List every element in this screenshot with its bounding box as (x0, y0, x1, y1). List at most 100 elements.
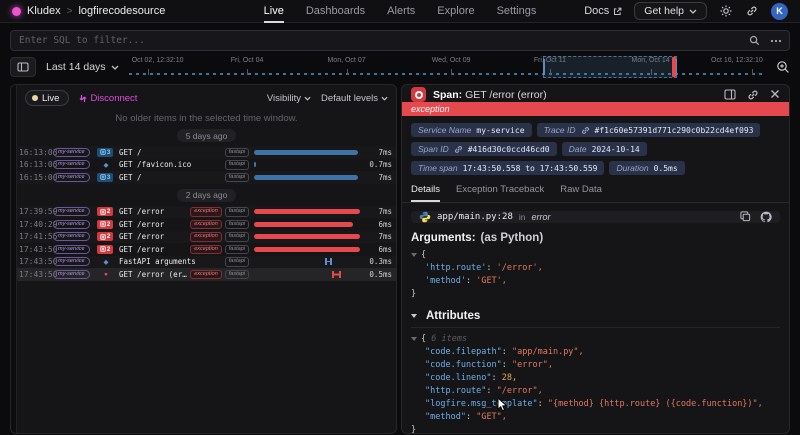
breadcrumb-project[interactable]: logfirecodesource (78, 5, 165, 17)
mouse-cursor (497, 397, 509, 413)
scrollbar-gutter[interactable] (11, 85, 17, 433)
nav-tab-dashboards[interactable]: Dashboards (306, 0, 365, 23)
panel-toggle-icon (17, 62, 29, 72)
trace-row[interactable]: 17:39:59 my-service 2 GET /error excepti… (17, 206, 396, 219)
user-avatar[interactable]: K (771, 3, 788, 20)
live-status-pill[interactable]: Live (25, 90, 69, 106)
timeline-tick (752, 69, 753, 75)
expand-icon (100, 174, 106, 180)
service-badge: my-service (53, 257, 90, 266)
row-timestamp: 17:40:29 (19, 220, 53, 229)
children-count-badge[interactable]: 3 (97, 173, 113, 182)
logfire-logo-icon[interactable] (12, 7, 21, 16)
copy-icon[interactable] (740, 211, 751, 222)
tag-fastapi: fastapi (225, 270, 249, 280)
sql-filter-input[interactable] (10, 30, 790, 51)
link-icon (454, 145, 463, 154)
duration-bar-zone (254, 257, 362, 267)
time-range-select[interactable]: Last 14 days (46, 61, 119, 73)
trace-row[interactable]: 17:43:50 my-service 2 GET /error excepti… (17, 243, 396, 256)
default-levels-dropdown[interactable]: Default levels (321, 93, 388, 104)
duration-bar (254, 209, 360, 214)
trace-row[interactable]: 16:13:03 my-service 3 GET / fastapi 7ms (17, 146, 396, 159)
breadcrumb-org[interactable]: Kludex (27, 5, 61, 17)
timeline[interactable]: Oct 02, 12:32:10 Fri, Oct 04 Mon, Oct 07… (129, 56, 766, 78)
children-count-badge[interactable]: 2 (97, 245, 113, 254)
attributes-heading[interactable]: Attributes (411, 310, 780, 328)
meta-time-span: Time span17:43:50.558 to 17:43:50.559 (411, 161, 604, 175)
copy-link-icon[interactable] (747, 89, 759, 101)
duration-label: 7ms (362, 207, 392, 216)
timeline-tick (247, 69, 248, 75)
share-link-button[interactable] (745, 4, 759, 18)
duration-label: 0.3ms (362, 257, 392, 266)
search-icon[interactable] (749, 35, 760, 46)
duration-bar-zone (254, 219, 362, 229)
meta-service-name: Service Namemy-service (411, 123, 532, 137)
main-nav: Live Dashboards Alerts Explore Settings (264, 0, 537, 23)
nav-tab-live[interactable]: Live (264, 0, 284, 23)
link-icon (746, 5, 758, 17)
python-icon (419, 211, 431, 223)
meta-span-id[interactable]: Span ID#416d30c0ccd46cd0 (411, 142, 557, 156)
trace-row[interactable]: 17:41:55 my-service 2 GET /error excepti… (17, 231, 396, 244)
top-bar-actions: Docs Get help K (536, 2, 788, 20)
meta-trace-id[interactable]: Trace ID#f1c60e57391d771c290c0b22cd4ef09… (537, 123, 761, 137)
span-title: GET /error (115, 245, 187, 254)
trace-list-panel: Live Disconnect Visibility Default level… (10, 84, 397, 434)
theme-toggle-button[interactable] (719, 4, 733, 18)
trace-row[interactable]: 17:40:29 my-service 2 GET /error excepti… (17, 218, 396, 231)
timeline-zoom-button[interactable] (776, 60, 790, 74)
duration-bar-zone (254, 207, 362, 217)
app-window: Kludex > logfirecodesource Live Dashboar… (0, 0, 800, 435)
trace-row-selected[interactable]: 17:43:50 my-service ● GET /error (error)… (17, 268, 396, 281)
breadcrumb: Kludex > logfirecodesource (12, 5, 264, 17)
trace-row[interactable]: 17:43:50 my-service ◆ FastAPI arguments … (17, 256, 396, 269)
disconnect-button[interactable]: Disconnect (79, 93, 137, 104)
nav-tab-explore[interactable]: Explore (437, 0, 474, 23)
span-title: GET / (115, 148, 222, 157)
children-count-badge[interactable]: 3 (97, 148, 113, 157)
nav-tab-alerts[interactable]: Alerts (387, 0, 415, 23)
open-panel-icon[interactable] (724, 89, 736, 100)
collapse-caret-icon[interactable] (411, 337, 417, 341)
nav-tab-settings[interactable]: Settings (497, 0, 537, 23)
row-timestamp: 17:43:50 (19, 257, 53, 266)
sidebar-toggle-button[interactable] (10, 57, 36, 77)
expand-icon (100, 234, 106, 240)
code-file-path[interactable]: app/main.py:28 (437, 212, 513, 222)
span-title: FastAPI arguments (115, 257, 222, 266)
live-label: Live (42, 93, 59, 104)
more-options-icon[interactable] (770, 39, 782, 43)
children-count-badge[interactable]: 2 (97, 220, 113, 229)
selection-left-handle[interactable] (543, 59, 545, 75)
close-icon[interactable] (770, 89, 780, 99)
get-help-button[interactable]: Get help (634, 2, 707, 20)
timeline-tick-label: Fri, Oct 04 (231, 57, 264, 64)
disconnect-icon (79, 94, 87, 103)
tag-fastapi: fastapi (225, 148, 249, 158)
span-detail-panel: Span: GET /error (error) exception Servi… (401, 84, 790, 434)
row-timestamp: 17:39:59 (19, 207, 53, 216)
trace-row[interactable]: 16:15:00 my-service 3 GET / fastapi 7ms (17, 171, 396, 184)
chevron-down-icon (304, 96, 311, 101)
chevron-down-icon (381, 96, 388, 101)
detail-tabs: Details Exception Traceback Raw Data (402, 178, 789, 203)
collapse-caret-icon[interactable] (411, 253, 417, 257)
tag-exception: exception (190, 207, 222, 217)
time-divider-badge: 2 days ago (177, 189, 237, 202)
span-title: GET /error (error) (115, 270, 187, 279)
timeline-selection[interactable] (543, 56, 677, 78)
error-dot-icon: ● (97, 271, 115, 278)
tab-exception-traceback[interactable]: Exception Traceback (456, 184, 544, 202)
trace-row[interactable]: 16:13:03 my-service ◆ GET /favicon.ico f… (17, 159, 396, 172)
visibility-dropdown[interactable]: Visibility (267, 93, 311, 104)
children-count-badge[interactable]: 2 (97, 232, 113, 241)
children-count-badge[interactable]: 2 (97, 207, 113, 216)
docs-link[interactable]: Docs (584, 5, 622, 17)
arguments-section: Arguments: (as Python) { 'http.route': '… (402, 223, 789, 301)
tab-details[interactable]: Details (411, 184, 440, 202)
github-icon[interactable] (760, 211, 772, 223)
attributes-heading-label: Attributes (426, 310, 480, 322)
tab-raw-data[interactable]: Raw Data (560, 184, 602, 202)
